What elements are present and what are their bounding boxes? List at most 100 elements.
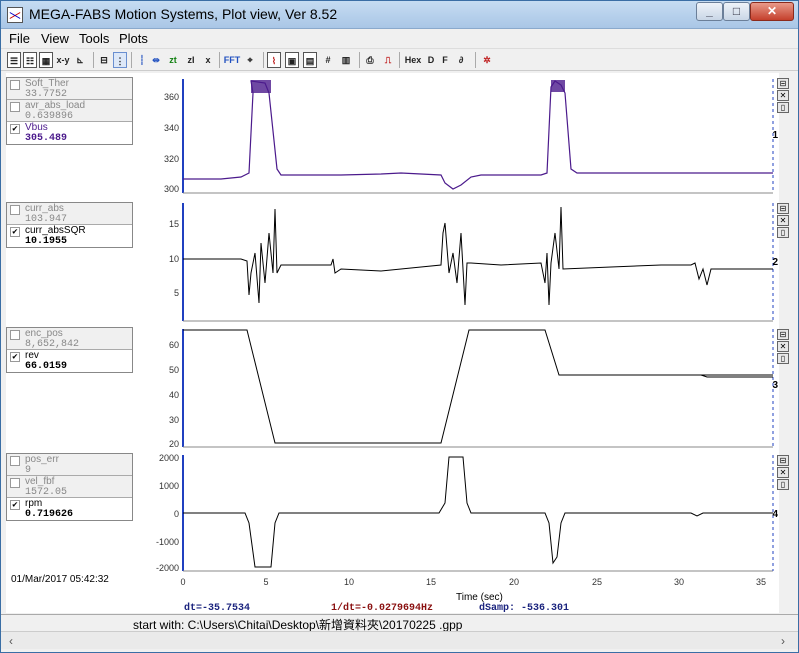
plot-1-expand-icon[interactable]: ▯ — [777, 102, 789, 113]
derivative-icon[interactable]: ∂ — [453, 52, 469, 68]
fft-button[interactable]: FFT — [223, 52, 241, 68]
app-logo-icon — [7, 7, 23, 23]
signal-checkbox[interactable] — [10, 478, 20, 488]
maximize-button[interactable]: □ — [723, 2, 750, 21]
plot-3-trace-rev — [183, 329, 773, 444]
signal-value: 0.719626 — [25, 509, 74, 520]
split-horizontal-icon[interactable]: ⊟ — [97, 52, 111, 68]
layout-single-icon[interactable]: ☰ — [7, 52, 21, 68]
menu-plots[interactable]: Plots — [119, 31, 148, 46]
signal-checkbox[interactable]: ✔ — [10, 227, 20, 237]
plot-4-number: 4 — [772, 509, 778, 520]
hex-button[interactable]: Hex — [403, 52, 423, 68]
scroll-left-icon[interactable]: ‹ — [9, 634, 13, 648]
grid-fine-icon[interactable]: ▥ — [339, 52, 353, 68]
signal-checkbox[interactable] — [10, 330, 20, 340]
signal-item-rpm[interactable]: ✔ rpm 0.719626 — [7, 498, 132, 520]
settings-icon[interactable]: ✲ — [479, 52, 495, 68]
plot-3[interactable]: 60 50 40 30 20 3 — [169, 329, 778, 449]
signal-name: Vbus — [25, 122, 48, 133]
plot-4[interactable]: 2000 1000 0 -1000 -2000 4 — [156, 453, 778, 573]
cursor-vertical-icon[interactable]: ⋮ — [113, 52, 127, 68]
signal-item-enc-pos[interactable]: enc_pos 8,652,842 — [7, 328, 132, 350]
plot-1-close-icon[interactable]: ✕ — [777, 90, 789, 101]
x-tick: 25 — [592, 577, 602, 587]
plot-2-close-icon[interactable]: ✕ — [777, 215, 789, 226]
menu-file[interactable]: File — [9, 31, 30, 46]
signal-item-vel-fbf[interactable]: vel_fbf 1572.05 — [7, 476, 132, 498]
plot-2-number: 2 — [772, 257, 778, 268]
x-tick: 15 — [426, 577, 436, 587]
export-icon[interactable]: ▤ — [303, 52, 317, 68]
float-button[interactable]: F — [439, 52, 451, 68]
toolbar-separator — [399, 52, 400, 68]
signal-name: curr_abs — [25, 203, 64, 214]
signal-checkbox[interactable]: ✔ — [10, 352, 20, 362]
plot-canvas[interactable]: 360 340 320 300 1 15 10 5 2 60 50 40 30 … — [141, 73, 781, 593]
plot-3-collapse-icon[interactable]: ⊟ — [777, 329, 789, 340]
plot-2-collapse-icon[interactable]: ⊟ — [777, 203, 789, 214]
print-icon[interactable]: ⎙ — [363, 52, 377, 68]
plot-1-collapse-icon[interactable]: ⊟ — [777, 78, 789, 89]
signal-checkbox[interactable] — [10, 456, 20, 466]
menu-view[interactable]: View — [41, 31, 69, 46]
signal-item-soft-ther[interactable]: Soft_Ther 33.7752 — [7, 78, 132, 100]
plot-3-ytick: 20 — [169, 439, 179, 449]
plot-1-ytick: 300 — [164, 184, 179, 194]
decimal-button[interactable]: D — [425, 52, 437, 68]
signal-item-curr-abssqr[interactable]: ✔ curr_absSQR 10.1955 — [7, 225, 132, 247]
plot-4-expand-icon[interactable]: ▯ — [777, 479, 789, 490]
signal-checkbox[interactable]: ✔ — [10, 124, 20, 134]
axis-icon[interactable]: ⊾ — [73, 52, 87, 68]
plot-1-noise-band — [251, 80, 271, 93]
signal-checkbox[interactable] — [10, 102, 20, 112]
menu-tools[interactable]: Tools — [79, 31, 109, 46]
plot-3-ytick: 40 — [169, 390, 179, 400]
signal-box-plot-2: curr_abs 103.947 ✔ curr_absSQR 10.1955 — [6, 202, 133, 248]
plot-chart-icon[interactable]: ⌇ — [267, 52, 281, 68]
plot-2-expand-icon[interactable]: ▯ — [777, 227, 789, 238]
xy-plot-button[interactable]: x-y — [55, 52, 71, 68]
plot-2-ytick: 5 — [174, 288, 179, 298]
plot-4-collapse-icon[interactable]: ⊟ — [777, 455, 789, 466]
signal-value: 103.947 — [25, 214, 68, 225]
pulse-icon[interactable]: ⎍ — [381, 52, 395, 68]
save-image-icon[interactable]: ▣ — [285, 52, 299, 68]
plot-1-trace-vbus — [183, 80, 773, 190]
signal-value: 8,652,842 — [25, 339, 80, 350]
minimize-button[interactable]: _ — [696, 2, 723, 21]
signal-name: enc_pos — [25, 328, 63, 339]
signal-item-pos-err[interactable]: pos_err 9 — [7, 454, 132, 476]
zoom-in-button[interactable]: zI — [183, 52, 199, 68]
scroll-right-icon[interactable]: › — [781, 634, 785, 648]
horizontal-scrollbar[interactable]: ‹ › — [1, 631, 798, 649]
signal-checkbox[interactable]: ✔ — [10, 500, 20, 510]
grid-table-icon[interactable]: ▦ — [39, 52, 53, 68]
signal-item-avr-abs-load[interactable]: avr_abs_load 0.639896 — [7, 100, 132, 122]
signal-item-rev[interactable]: ✔ rev 66.0159 — [7, 350, 132, 372]
signal-checkbox[interactable] — [10, 80, 20, 90]
zoom-time-button[interactable]: zt — [165, 52, 181, 68]
plot-4-trace-rpm — [183, 456, 773, 568]
signal-checkbox[interactable] — [10, 205, 20, 215]
plot-1[interactable]: 360 340 320 300 1 — [164, 79, 778, 194]
plot-3-ytick: 50 — [169, 365, 179, 375]
grid-icon[interactable]: # — [321, 52, 335, 68]
zoom-clear-icon[interactable]: x — [201, 52, 215, 68]
signal-item-curr-abs[interactable]: curr_abs 103.947 — [7, 203, 132, 225]
signal-item-vbus[interactable]: ✔ Vbus 305.489 — [7, 122, 132, 144]
x-tick: 10 — [344, 577, 354, 587]
x-axis-label: Time (sec) — [456, 592, 503, 603]
close-button[interactable]: ✕ — [750, 2, 794, 21]
plot-4-close-icon[interactable]: ✕ — [777, 467, 789, 478]
title-bar[interactable]: MEGA-FABS Motion Systems, Plot view, Ver… — [1, 1, 798, 29]
layout-stacked-icon[interactable]: ☷ — [23, 52, 37, 68]
toolbar-separator — [93, 52, 94, 68]
x-tick: 0 — [180, 577, 185, 587]
plot-3-close-icon[interactable]: ✕ — [777, 341, 789, 352]
plot-3-expand-icon[interactable]: ▯ — [777, 353, 789, 364]
crosshair-icon[interactable]: ⌖ — [243, 52, 257, 68]
zoom-range-icon[interactable]: ⇹ — [149, 52, 163, 68]
cursor-line-icon[interactable]: ┆ — [135, 52, 149, 68]
plot-2[interactable]: 15 10 5 2 — [169, 203, 778, 322]
